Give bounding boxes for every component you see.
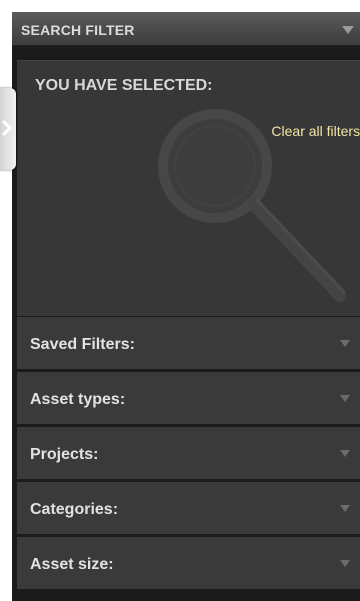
triangle-down-icon bbox=[340, 505, 350, 512]
selected-filters-box: YOU HAVE SELECTED: Clear all filters: bbox=[17, 60, 360, 316]
triangle-down-icon bbox=[340, 395, 350, 402]
chevron-right-icon bbox=[1, 119, 13, 137]
search-filter-header[interactable]: SEARCH FILTER bbox=[12, 12, 360, 46]
accordion-label: Saved Filters: bbox=[30, 336, 135, 353]
accordion-projects[interactable]: Projects: bbox=[17, 427, 360, 482]
triangle-down-icon bbox=[340, 450, 350, 457]
accordion-label: Projects: bbox=[30, 446, 99, 463]
clear-all-filters-link[interactable]: Clear all filters: bbox=[271, 123, 360, 139]
triangle-down-icon bbox=[340, 340, 350, 347]
selected-filters-heading: YOU HAVE SELECTED: bbox=[35, 77, 213, 94]
accordion-asset-size[interactable]: Asset size: bbox=[17, 537, 360, 592]
accordion-label: Categories: bbox=[30, 501, 119, 518]
panel-toggle-tab[interactable] bbox=[0, 88, 16, 170]
accordion-label: Asset size: bbox=[30, 556, 114, 573]
triangle-down-icon[interactable] bbox=[342, 26, 354, 34]
accordion-saved-filters[interactable]: Saved Filters: bbox=[17, 317, 360, 372]
search-filter-title: SEARCH FILTER bbox=[21, 22, 135, 38]
search-filter-panel: SEARCH FILTER YOU HAVE SELECTED: Clear a… bbox=[12, 12, 360, 601]
accordion-label: Asset types: bbox=[30, 391, 126, 408]
accordion-asset-types[interactable]: Asset types: bbox=[17, 372, 360, 427]
filter-accordion: Saved Filters: Asset types: Projects: Ca… bbox=[17, 317, 360, 592]
accordion-categories[interactable]: Categories: bbox=[17, 482, 360, 537]
triangle-down-icon bbox=[340, 560, 350, 567]
